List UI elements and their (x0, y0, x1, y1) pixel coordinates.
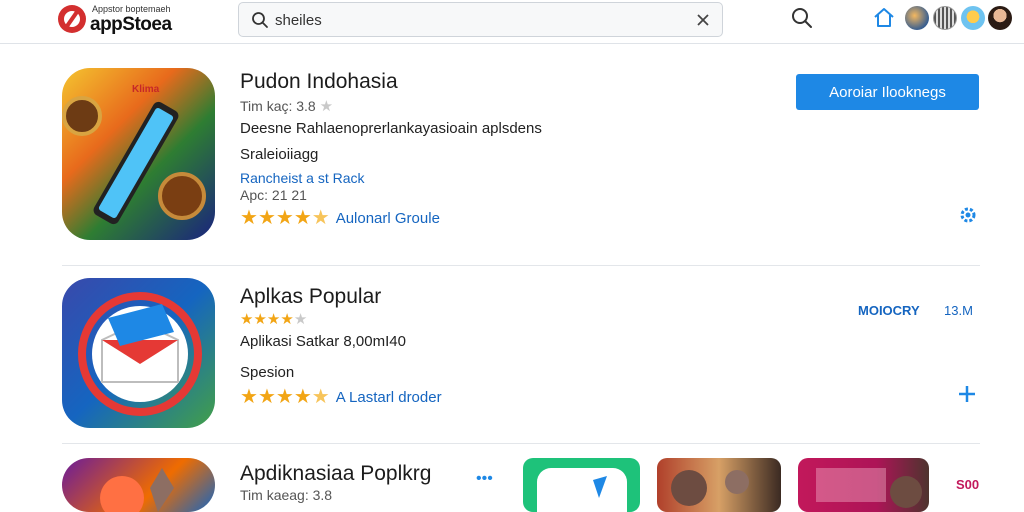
star-icon: ★ (257, 207, 276, 229)
app-artwork-icon (100, 468, 174, 512)
gear-icon[interactable] (958, 205, 978, 225)
svg-text:Klima: Klima (132, 84, 160, 95)
app-title[interactable]: Pudon Indohasia (240, 70, 398, 94)
thumbnail[interactable] (657, 458, 781, 512)
star-icon: ★ (293, 207, 312, 229)
star-icon: ★ (240, 207, 258, 229)
app-detail: Aplikasi Satkar 8,00mI40 (240, 333, 406, 350)
review-link[interactable]: A Lastarl droder (336, 389, 442, 406)
star-icon: ★ (293, 311, 308, 328)
thumbnail[interactable] (798, 458, 929, 512)
thumbnail-art-icon (816, 468, 922, 508)
rating-text: Tim kaç: 3.8 ★ (240, 98, 334, 115)
star-half-icon: ★ (311, 386, 330, 408)
star-icon: ★ (280, 311, 294, 328)
star-icon: ★ (293, 386, 312, 408)
app-title[interactable]: Apdiknasiaa Poplkrg (240, 462, 431, 486)
search-input[interactable] (275, 10, 675, 30)
logo-wordmark: appStoea (90, 14, 172, 35)
app-title[interactable]: Aplkas Popular (240, 285, 381, 309)
app-description: Deesne Rahlaenoprerlankayasioain aplsden… (240, 120, 542, 137)
badge: S00 (956, 477, 980, 492)
rating-stars: ★ ★ ★ ★ ★ Aulonarl Groule (240, 208, 440, 228)
row-divider (62, 265, 980, 266)
more-icon[interactable]: ••• (476, 470, 493, 488)
star-icon: ★ (240, 386, 258, 408)
rating-stars: ★ ★ ★ ★ ★ A Lastarl droder (240, 387, 442, 407)
store-logo[interactable]: Appstor boptemaeh appStoea (58, 3, 178, 37)
rank-link[interactable]: Rancheist a st Rack (240, 170, 365, 186)
star-icon: ★ (266, 311, 281, 328)
star-icon: ★ (319, 98, 334, 115)
category-label: MOIOCRY (858, 303, 920, 318)
cta-button[interactable]: Aoroiar Ilooknegs (796, 74, 979, 110)
search-icon (252, 12, 268, 28)
avatar[interactable] (905, 6, 929, 30)
home-icon[interactable] (872, 6, 896, 30)
avatar[interactable] (961, 6, 985, 30)
rating-text: Tim kaeag: 3.8 (240, 487, 333, 503)
profile-avatar[interactable] (988, 6, 1012, 30)
search-bar[interactable] (238, 2, 723, 37)
grid-avatar-icon[interactable] (933, 6, 957, 30)
star-icon: ★ (240, 311, 254, 328)
app-artwork-icon: Klima (62, 84, 206, 225)
rating-stars: ★ ★ ★ ★ ★ (240, 312, 307, 327)
thumbnail-art-icon (537, 468, 627, 512)
star-icon: ★ (275, 386, 294, 408)
app-date: Apc: 21 21 (240, 187, 307, 203)
app-artwork-icon (78, 292, 202, 416)
thumbnail-art-icon (671, 470, 749, 506)
app-category: Sraleioiiagg (240, 146, 319, 163)
star-icon: ★ (257, 386, 276, 408)
thumbnail[interactable] (523, 458, 640, 512)
top-bar: Appstor boptemaeh appStoea (0, 0, 1024, 44)
add-icon[interactable] (957, 384, 977, 404)
search-icon[interactable] (790, 6, 814, 30)
row-divider (62, 443, 980, 444)
app-icon-poplkrg[interactable] (62, 458, 215, 512)
app-size: 13.M (944, 303, 973, 318)
star-half-icon: ★ (311, 207, 330, 229)
star-icon: ★ (253, 311, 267, 328)
clear-icon[interactable] (694, 11, 712, 29)
review-link[interactable]: Aulonarl Groule (336, 210, 440, 227)
logo-mark-icon (58, 5, 86, 33)
logo-tagline: Appstor boptemaeh (92, 4, 171, 14)
star-icon: ★ (275, 207, 294, 229)
app-icon-popular[interactable] (62, 278, 215, 428)
app-category: Spesion (240, 364, 295, 381)
app-icon-pudon[interactable]: Klima (62, 68, 215, 240)
